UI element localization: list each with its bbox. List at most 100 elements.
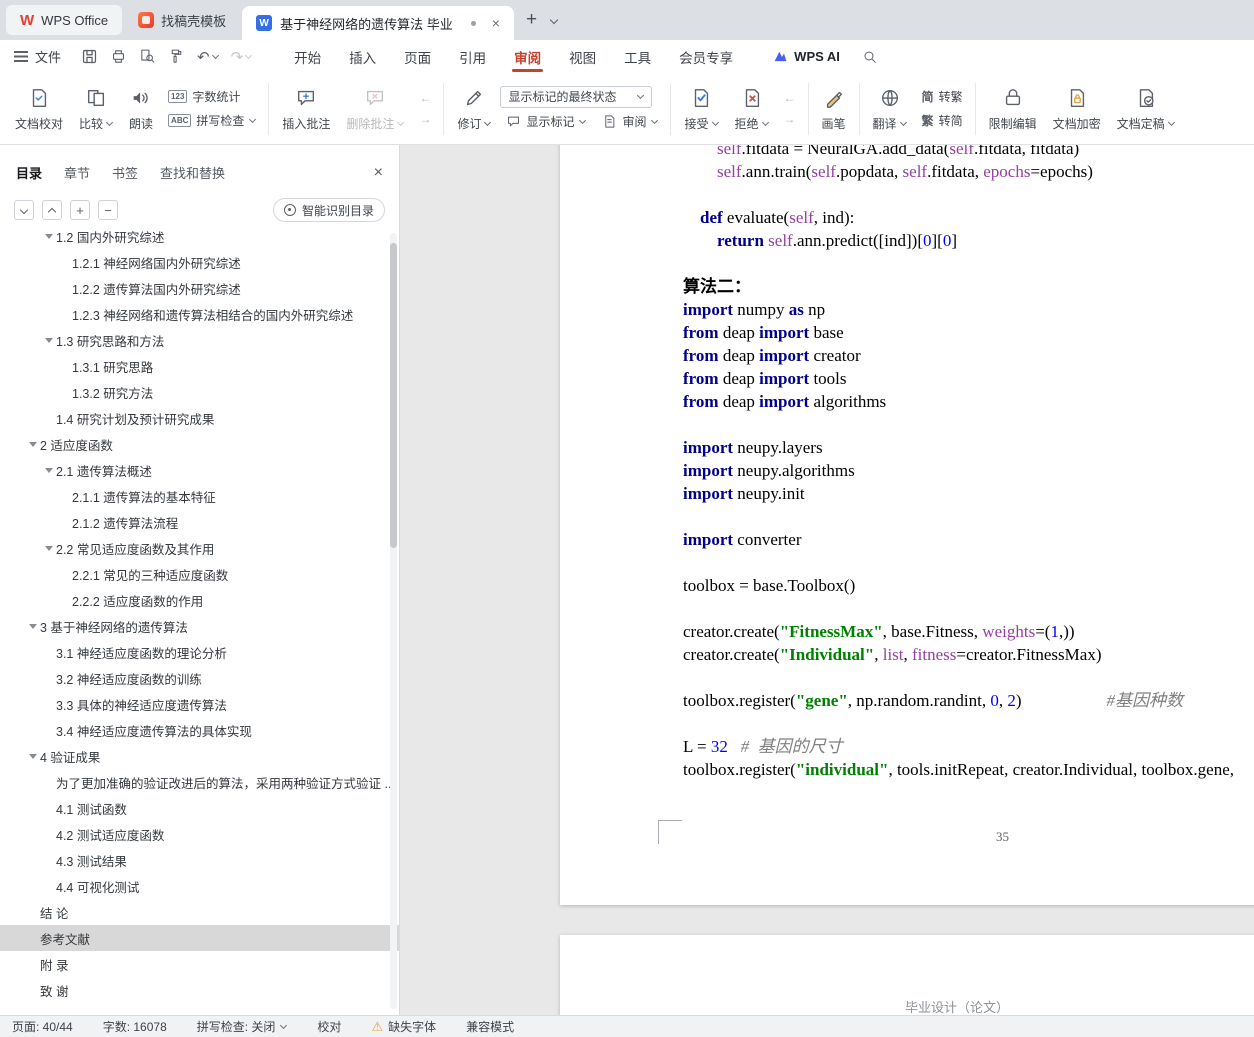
sidebar-scrollbar-track[interactable]: [390, 233, 397, 1009]
menu-tab-插入[interactable]: 插入: [335, 40, 390, 73]
status-missing-font[interactable]: ⚠ 缺失字体: [371, 1018, 436, 1035]
toc-item[interactable]: 3 基于神经网络的遗传算法: [0, 613, 399, 639]
wps-home-tab[interactable]: W WPS Office: [6, 5, 123, 35]
toc-item[interactable]: 附 录: [0, 951, 399, 977]
toc-item[interactable]: 为了更加准确的验证改进后的算法，采用两种验证方式验证 ...: [0, 769, 399, 795]
status-spellcheck[interactable]: 拼写检查: 关闭: [197, 1018, 288, 1035]
toc-expand-arrow-icon[interactable]: [26, 442, 40, 447]
markup-state-select[interactable]: 显示标记的最终状态: [500, 85, 653, 108]
restrict-editing-button[interactable]: 限制编辑: [982, 82, 1044, 136]
smart-toc-button[interactable]: 智能识别目录: [272, 198, 385, 222]
document-area[interactable]: self.fitdata = NeuralGA.add_data(self.fi…: [400, 145, 1254, 1015]
toc-expand-arrow-icon[interactable]: [42, 234, 56, 239]
sidebar-tab-目录[interactable]: 目录: [16, 163, 42, 182]
toc-expand-arrow-icon[interactable]: [26, 624, 40, 629]
menu-tab-审阅[interactable]: 审阅: [500, 40, 555, 73]
translate-button[interactable]: 翻译: [866, 82, 914, 136]
collapse-all-button[interactable]: [42, 200, 62, 220]
toc-item[interactable]: 2.1.1 遗传算法的基本特征: [0, 483, 399, 509]
sidebar-close-icon[interactable]: ×: [374, 164, 383, 182]
close-tab-icon[interactable]: ×: [492, 15, 500, 31]
toc-item[interactable]: 1.3.1 研究思路: [0, 353, 399, 379]
print-button[interactable]: [110, 48, 127, 65]
toc-item[interactable]: 4.3 测试结果: [0, 847, 399, 873]
menu-tab-视图[interactable]: 视图: [555, 40, 610, 73]
pen-button[interactable]: 画笔: [815, 82, 853, 136]
print-preview-button[interactable]: [139, 48, 156, 65]
zoom-out-outline-button[interactable]: −: [98, 200, 118, 220]
toc-item[interactable]: 2.2 常见适应度函数及其作用: [0, 535, 399, 561]
toc-item[interactable]: 1.2.2 遗传算法国内外研究综述: [0, 275, 399, 301]
traditional-to-simplified-button[interactable]: 繁 转简: [916, 110, 969, 131]
review-pane-button[interactable]: 审阅: [596, 111, 664, 132]
menu-tab-会员专享[interactable]: 会员专享: [665, 40, 747, 73]
toc-item[interactable]: 4.2 测试适应度函数: [0, 821, 399, 847]
spell-check-button[interactable]: ABC 拼写检查: [162, 110, 262, 131]
toc-item[interactable]: 3.1 神经适应度函数的理论分析: [0, 639, 399, 665]
toc-item[interactable]: 1.3 研究思路和方法: [0, 327, 399, 353]
file-menu-button[interactable]: 文件: [14, 47, 61, 66]
wps-ai-button[interactable]: WPS AI: [773, 49, 840, 64]
search-button[interactable]: [862, 49, 878, 65]
toc-item[interactable]: 结 论: [0, 899, 399, 925]
sidebar-scrollbar-thumb[interactable]: [390, 243, 397, 548]
sidebar-tab-章节[interactable]: 章节: [64, 163, 90, 182]
compare-button[interactable]: 比较: [72, 82, 120, 136]
zoom-in-outline-button[interactable]: +: [70, 200, 90, 220]
insert-comment-button[interactable]: 插入批注: [275, 82, 337, 136]
toc-item[interactable]: 3.2 神经适应度函数的训练: [0, 665, 399, 691]
toc-item[interactable]: 1.2.3 神经网络和遗传算法相结合的国内外研究综述: [0, 301, 399, 327]
expand-all-button[interactable]: [14, 200, 34, 220]
toc-item[interactable]: 1.3.2 研究方法: [0, 379, 399, 405]
menu-tab-引用[interactable]: 引用: [445, 40, 500, 73]
show-markup-button[interactable]: 显示标记: [500, 111, 592, 132]
toc-item[interactable]: 1.2 国内外研究综述: [0, 226, 399, 249]
doc-proofread-button[interactable]: 文档校对: [8, 82, 70, 136]
previous-comment-button[interactable]: ←: [413, 89, 437, 107]
toc-expand-arrow-icon[interactable]: [42, 468, 56, 473]
status-page-indicator[interactable]: 页面: 40/44: [12, 1018, 73, 1035]
toc-item[interactable]: 2.1.2 遗传算法流程: [0, 509, 399, 535]
delete-comment-button[interactable]: 删除批注: [339, 82, 411, 136]
menu-tab-开始[interactable]: 开始: [280, 40, 335, 73]
doc-encrypt-button[interactable]: 文档加密: [1046, 82, 1108, 136]
toc-item[interactable]: 4 验证成果: [0, 743, 399, 769]
accept-button[interactable]: 接受: [677, 82, 725, 136]
toc-expand-arrow-icon[interactable]: [42, 338, 56, 343]
status-compat-mode[interactable]: 兼容模式: [466, 1018, 514, 1035]
toc-item[interactable]: 参考文献: [0, 925, 399, 951]
save-button[interactable]: [81, 48, 98, 65]
toc-item[interactable]: 致 谢: [0, 977, 399, 1003]
toc-item[interactable]: 1.2.1 神经网络国内外研究综述: [0, 249, 399, 275]
next-comment-button[interactable]: →: [413, 110, 437, 128]
status-word-count[interactable]: 字数: 16078: [103, 1018, 167, 1035]
simplified-to-traditional-button[interactable]: 简 转繁: [916, 86, 969, 107]
tab-list-chevron-icon[interactable]: [549, 16, 558, 25]
toc-expand-arrow-icon[interactable]: [26, 754, 40, 759]
read-aloud-button[interactable]: 朗读: [122, 82, 160, 136]
undo-button[interactable]: ↶: [197, 48, 219, 66]
redo-button[interactable]: ↷: [231, 48, 253, 66]
menu-tab-工具[interactable]: 工具: [610, 40, 665, 73]
document-tab[interactable]: W 基于神经网络的遗传算法 毕业 ×: [242, 6, 514, 40]
toc-item[interactable]: 3.4 神经适应度遗传算法的具体实现: [0, 717, 399, 743]
undo-dropdown-icon[interactable]: [212, 53, 219, 60]
toc-item[interactable]: 2 适应度函数: [0, 431, 399, 457]
toc-expand-arrow-icon[interactable]: [42, 546, 56, 551]
toc-item[interactable]: 3.3 具体的神经适应度遗传算法: [0, 691, 399, 717]
new-tab-button[interactable]: +: [514, 9, 549, 31]
document-page-35[interactable]: self.fitdata = NeuralGA.add_data(self.fi…: [560, 145, 1254, 905]
format-painter-button[interactable]: [168, 48, 185, 65]
document-page-36[interactable]: 毕业设计（论文）: [560, 935, 1254, 1015]
reject-button[interactable]: 拒绝: [728, 82, 776, 136]
toc-item[interactable]: 4.4 可视化测试: [0, 873, 399, 899]
toc-item[interactable]: 2.2.2 适应度函数的作用: [0, 587, 399, 613]
toc-item[interactable]: 2.1 遗传算法概述: [0, 457, 399, 483]
toc-item[interactable]: 4.1 测试函数: [0, 795, 399, 821]
menu-tab-页面[interactable]: 页面: [390, 40, 445, 73]
word-count-button[interactable]: 123 字数统计: [162, 86, 262, 107]
track-changes-button[interactable]: 修订: [450, 82, 498, 136]
toc-item[interactable]: 1.4 研究计划及预计研究成果: [0, 405, 399, 431]
status-proofread[interactable]: 校对: [317, 1018, 341, 1035]
doc-finalize-button[interactable]: 文档定稿: [1110, 82, 1182, 136]
